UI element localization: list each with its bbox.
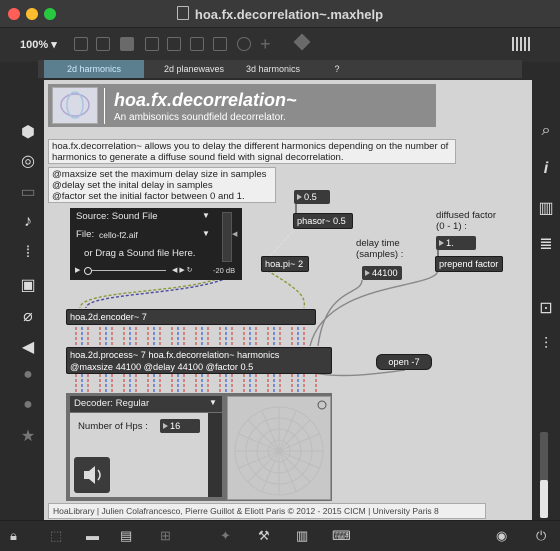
gain-slider[interactable] <box>222 212 232 262</box>
delay-time-label: delay time (samples) : <box>356 238 404 260</box>
file-label: File: <box>76 229 95 240</box>
presentation-icon[interactable]: ⬚ <box>50 528 62 544</box>
speaker-toggle[interactable] <box>74 457 110 493</box>
playback-position-slider[interactable] <box>84 267 166 275</box>
gain-value: -20 dB <box>213 266 236 275</box>
hoa-process-line-1: hoa.2d.process~ 7 hoa.fx.decorrelation~ … <box>70 350 280 360</box>
hps-label: Number of Hps : <box>78 421 148 432</box>
open-message[interactable]: open -7 <box>376 354 432 370</box>
comment-icon[interactable]: ▬ <box>86 528 99 543</box>
windows-icon[interactable]: ▤ <box>120 528 132 544</box>
hoa-pi-object[interactable]: hoa.pi~ 2 <box>261 256 309 272</box>
source-menu[interactable]: Source: Sound File <box>76 211 158 222</box>
grid-icon[interactable]: ⊞ <box>160 528 171 544</box>
drag-hint: or Drag a Sound file Here. <box>84 248 196 259</box>
diffused-factor-label: diffused factor (0 - 1) : <box>436 210 497 232</box>
lock-icon[interactable]: 🔒︎ <box>10 528 17 544</box>
decoder-menu-arrow-icon: ▼ <box>209 398 217 407</box>
loop-icon[interactable]: ◀ ▶ ↻ <box>172 266 193 274</box>
wand-icon[interactable]: ✦ <box>220 528 231 544</box>
decoder-menu-label: Decoder: Regular <box>74 398 150 409</box>
hoa-scope <box>227 396 331 500</box>
speaker-icon <box>84 466 101 484</box>
phasor-frequency-number[interactable]: 0.5 <box>294 190 330 204</box>
bottom-toolbar <box>0 520 560 551</box>
credits-footer: HoaLibrary | Julien Colafrancesco, Pierr… <box>48 503 486 519</box>
piano-icon[interactable]: ▥ <box>296 528 308 544</box>
level-meter <box>208 413 222 497</box>
prepend-factor-object[interactable]: prepend factor <box>435 256 503 272</box>
keyboard-icon[interactable]: ⌨ <box>332 528 351 544</box>
wrench-icon[interactable]: ⚒ <box>258 528 270 544</box>
hps-number[interactable]: 16 <box>160 419 200 433</box>
hoa-process-object[interactable]: hoa.2d.process~ 7 hoa.fx.decorrelation~ … <box>66 347 332 374</box>
power-icon[interactable]: ⏻ <box>536 528 546 544</box>
file-menu[interactable]: cello-f2.aif <box>99 230 138 240</box>
play-circle-icon[interactable]: ◉ <box>496 528 507 544</box>
file-menu-arrow-icon: ▼ <box>202 229 210 238</box>
hoa-process-line-2: @maxsize 44100 @delay 44100 @factor 0.5 <box>70 362 254 372</box>
file-name: cello-f2.aif <box>99 230 138 240</box>
play-icon[interactable]: ▶ <box>75 266 80 274</box>
playback-position-knob[interactable] <box>84 267 92 275</box>
gain-arrow-icon: ◀ <box>232 231 238 238</box>
decoder-menu[interactable]: Decoder: Regular <box>70 396 222 412</box>
hoa-encoder-object[interactable]: hoa.2d.encoder~ 7 <box>66 309 316 325</box>
diffused-factor-number[interactable]: 1. <box>436 236 476 250</box>
delay-time-number[interactable]: 44100 <box>362 266 402 280</box>
source-menu-label: Source: Sound File <box>76 211 158 222</box>
phasor-object[interactable]: phasor~ 0.5 <box>293 213 353 229</box>
source-menu-arrow-icon: ▼ <box>202 211 210 220</box>
